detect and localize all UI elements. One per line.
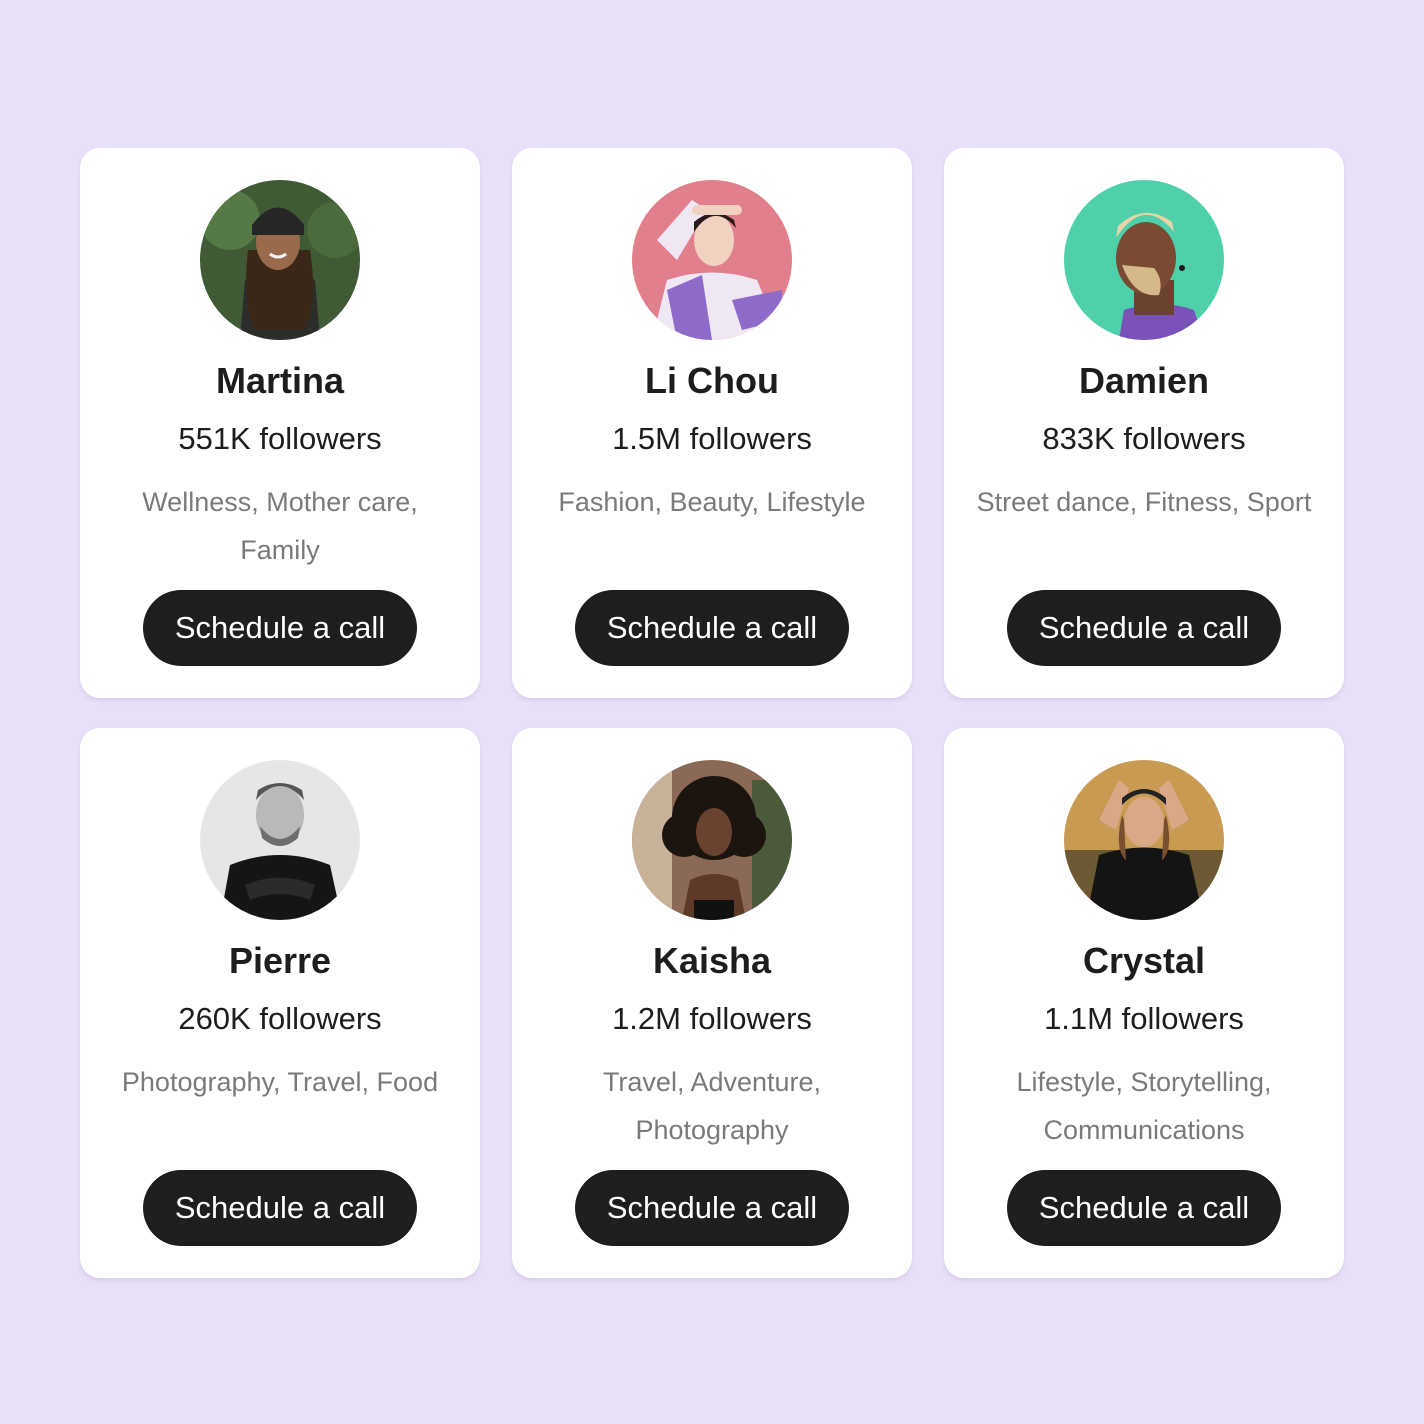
creator-grid: Martina 551K followers Wellness, Mother … bbox=[80, 148, 1344, 1278]
follower-count: 260K followers bbox=[178, 1001, 382, 1036]
avatar bbox=[1064, 760, 1224, 920]
creator-name: Crystal bbox=[1082, 940, 1206, 981]
creator-card: Pierre 260K followers Photography, Trave… bbox=[80, 728, 480, 1278]
creator-name: Li Chou bbox=[645, 360, 779, 401]
avatar bbox=[200, 180, 360, 340]
schedule-call-button[interactable]: Schedule a call bbox=[575, 590, 849, 666]
schedule-call-button[interactable]: Schedule a call bbox=[1007, 590, 1281, 666]
creator-name: Martina bbox=[215, 360, 345, 401]
follower-count: 1.5M followers bbox=[612, 421, 812, 456]
schedule-call-button[interactable]: Schedule a call bbox=[143, 1170, 417, 1246]
creator-card: Martina 551K followers Wellness, Mother … bbox=[80, 148, 480, 698]
creator-card: Li Chou 1.5M followers Fashion, Beauty, … bbox=[512, 148, 912, 698]
creator-tags: Street dance, Fitness, Sport bbox=[976, 487, 1312, 517]
creator-card: Damien 833K followers Street dance, Fitn… bbox=[944, 148, 1344, 698]
creator-name: Kaisha bbox=[652, 940, 772, 981]
avatar bbox=[1064, 180, 1224, 340]
creator-tags: Fashion, Beauty, Lifestyle bbox=[558, 487, 866, 517]
avatar bbox=[200, 760, 360, 920]
creator-name: Damien bbox=[1078, 360, 1210, 401]
schedule-call-button[interactable]: Schedule a call bbox=[143, 590, 417, 666]
follower-count: 1.2M followers bbox=[612, 1001, 812, 1036]
follower-count: 551K followers bbox=[178, 421, 382, 456]
creator-tags: Lifestyle, Storytelling, Communications bbox=[1016, 1067, 1272, 1145]
avatar bbox=[632, 180, 792, 340]
creator-tags: Wellness, Mother care, Family bbox=[142, 487, 418, 565]
schedule-call-button[interactable]: Schedule a call bbox=[1007, 1170, 1281, 1246]
creator-name: Pierre bbox=[228, 940, 332, 981]
follower-count: 833K followers bbox=[1042, 421, 1246, 456]
schedule-call-button[interactable]: Schedule a call bbox=[575, 1170, 849, 1246]
creator-tags: Photography, Travel, Food bbox=[121, 1067, 439, 1097]
creator-tags: Travel, Adventure, Photography bbox=[602, 1067, 822, 1145]
creator-card: Kaisha 1.2M followers Travel, Adventure,… bbox=[512, 728, 912, 1278]
follower-count: 1.1M followers bbox=[1044, 1001, 1244, 1036]
avatar bbox=[632, 760, 792, 920]
creator-card: Crystal 1.1M followers Lifestyle, Storyt… bbox=[944, 728, 1344, 1278]
